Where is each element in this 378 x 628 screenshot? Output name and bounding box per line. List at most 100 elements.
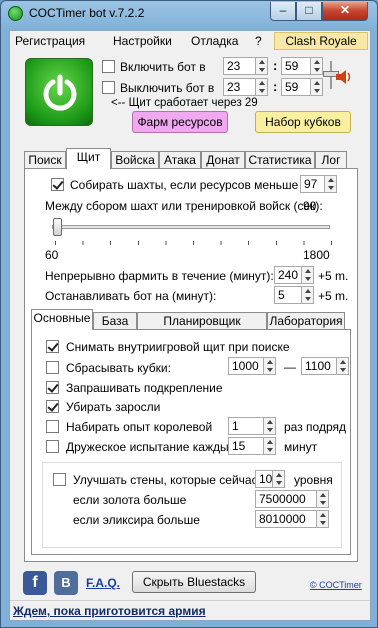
gold-input[interactable]: 7500000 (255, 490, 317, 508)
drop-cups-dash: — (284, 360, 296, 374)
between-slider-thumb[interactable] (53, 218, 62, 236)
client-area: Регистрация Настройки Отладка ? Clash Ro… (9, 30, 371, 621)
menu-registration[interactable]: Регистрация (15, 34, 85, 48)
speaker-icon[interactable] (334, 68, 354, 86)
tab-statistics[interactable]: Статистика (245, 151, 315, 169)
elixir-input[interactable]: 8010000 (255, 510, 317, 528)
menu-settings[interactable]: Настройки (113, 34, 172, 48)
stop-duration-spinner[interactable] (301, 286, 314, 304)
enable-bot-checkbox[interactable] (102, 60, 115, 73)
subtab-base[interactable]: База (93, 312, 137, 330)
facebook-icon[interactable]: f (23, 571, 47, 595)
maximize-button[interactable]: □ (296, 2, 322, 21)
walls-level-input[interactable]: 10 (255, 470, 273, 488)
tab-search[interactable]: Поиск (24, 151, 66, 169)
disable-colon: : (273, 79, 278, 94)
tab-shield[interactable]: Щит (66, 148, 111, 169)
queen-xp-suffix: раз подряд (284, 420, 346, 434)
elixir-spinner[interactable] (316, 510, 329, 528)
minimize-button[interactable]: – (270, 2, 296, 21)
walls-suffix: уровня (294, 473, 333, 487)
farm-duration-suffix: +5 m. (318, 269, 349, 283)
menu-help[interactable]: ? (255, 34, 262, 48)
power-icon (43, 74, 77, 111)
subtab-basic[interactable]: Основные (31, 309, 93, 330)
farm-duration-spinner[interactable] (301, 266, 314, 284)
basic-panel: Снимать внутриигровой щит при поиске Сбр… (31, 329, 351, 555)
disable-hour-input[interactable]: 23 (223, 78, 256, 96)
remove-shield-label: Снимать внутриигровой щит при поиске (66, 340, 290, 354)
drop-cups-from-spinner[interactable] (263, 357, 276, 375)
disable-min-spinner[interactable] (310, 78, 323, 96)
remove-bushes-label: Убирать заросли (66, 400, 161, 414)
queen-xp-checkbox[interactable] (46, 420, 59, 433)
disable-bot-checkbox[interactable] (102, 81, 115, 94)
queen-xp-spinner[interactable] (263, 417, 276, 435)
shield-note: <-- Щит сработает через 29 (111, 97, 258, 109)
queen-xp-input[interactable]: 1 (228, 417, 264, 435)
elixir-label: если эликсира больше (73, 513, 200, 527)
shield-panel: Собирать шахты, если ресурсов меньше (%)… (24, 168, 358, 562)
slider-max-label: 1800 (303, 248, 330, 262)
farm-button[interactable]: Фарм ресурсов (132, 111, 228, 133)
hide-bluestacks-button[interactable]: Скрыть Bluestacks (132, 571, 256, 593)
subtab-lab[interactable]: Лаборатория (267, 312, 345, 330)
between-label: Между сбором шахт или тренировкой войск … (45, 199, 323, 213)
tab-attack[interactable]: Атака (159, 151, 201, 169)
between-value: 90 (303, 199, 317, 213)
friendly-challenge-checkbox[interactable] (46, 440, 59, 453)
enable-min-input[interactable]: 59 (281, 57, 311, 75)
faq-link[interactable]: F.A.Q. (86, 576, 120, 590)
close-button[interactable]: ✕ (322, 2, 368, 21)
collect-mines-input[interactable]: 97 (300, 175, 325, 193)
tab-troops[interactable]: Войска (111, 151, 159, 169)
footer: f B F.A.Q. Скрыть Bluestacks © COCTimer (10, 568, 370, 604)
gold-spinner[interactable] (316, 490, 329, 508)
power-button[interactable] (25, 58, 93, 126)
drop-cups-to-spinner[interactable] (336, 357, 349, 375)
vk-icon[interactable]: B (54, 571, 78, 595)
queen-xp-label: Набирать опыт королевой (66, 420, 213, 434)
remove-bushes-checkbox[interactable] (46, 400, 59, 413)
enable-min-spinner[interactable] (310, 57, 323, 75)
collect-mines-spinner[interactable] (324, 175, 337, 193)
enable-hour-spinner[interactable] (255, 57, 268, 75)
status-bar: Ждем, пока приготовится армия (10, 600, 370, 620)
tab-log[interactable]: Лог (315, 151, 347, 169)
cups-button[interactable]: Набор кубков (255, 111, 351, 133)
drop-cups-from-input[interactable]: 1000 (228, 357, 264, 375)
walls-checkbox[interactable] (53, 473, 66, 486)
between-slider-track[interactable] (52, 225, 330, 229)
disable-min-input[interactable]: 59 (281, 78, 311, 96)
enable-bot-label: Включить бот в (120, 60, 206, 74)
enable-hour-input[interactable]: 23 (223, 57, 256, 75)
drop-cups-label: Сбрасывать кубки: (66, 361, 171, 375)
drop-cups-checkbox[interactable] (46, 361, 59, 374)
friendly-challenge-label: Дружеское испытание каждые (66, 440, 236, 454)
gold-label: если золота больше (73, 493, 187, 507)
window-title: COCTimer bot v.7.2.2 (29, 6, 145, 20)
request-reinforce-checkbox[interactable] (46, 381, 59, 394)
collect-mines-checkbox[interactable] (51, 178, 64, 191)
friendly-challenge-input[interactable]: 15 (228, 437, 264, 455)
copyright-link[interactable]: © COCTimer (310, 580, 362, 590)
slider-ticks (55, 241, 333, 245)
walls-level-spinner[interactable] (272, 470, 285, 488)
disable-bot-label: Выключить бот в (120, 81, 215, 95)
walls-group: Улучшать стены, которые сейчас 10 уровня… (42, 462, 342, 548)
app-window: COCTimer bot v.7.2.2 – □ ✕ Регистрация Н… (0, 0, 378, 628)
subtab-planner[interactable]: Планировщик построек (137, 312, 267, 344)
tab-donate[interactable]: Донат (201, 151, 245, 169)
menu-bar: Регистрация Настройки Отладка ? Clash Ro… (10, 31, 370, 51)
drop-cups-to-input[interactable]: 1100 (301, 357, 337, 375)
friendly-challenge-spinner[interactable] (263, 437, 276, 455)
disable-hour-spinner[interactable] (255, 78, 268, 96)
request-reinforce-label: Запрашивать подкрепление (66, 381, 223, 395)
remove-shield-checkbox[interactable] (46, 340, 59, 353)
title-bar[interactable]: COCTimer bot v.7.2.2 – □ ✕ (1, 1, 377, 27)
menu-clash-royale[interactable]: Clash Royale (274, 32, 368, 50)
menu-debug[interactable]: Отладка (191, 34, 238, 48)
stop-duration-label: Останавливать бот на (минут): (45, 289, 217, 303)
farm-duration-input[interactable]: 240 (274, 266, 302, 284)
stop-duration-input[interactable]: 5 (274, 286, 302, 304)
